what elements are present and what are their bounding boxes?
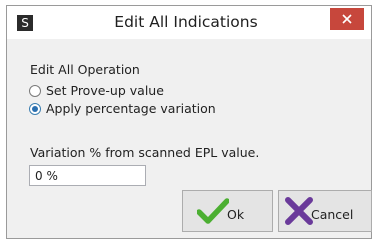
edit-all-operation-label: Edit All Operation	[30, 62, 140, 77]
edit-all-indications-dialog: S Edit All Indications Edit All Operatio…	[6, 5, 372, 239]
cancel-label: Cancel	[311, 206, 354, 222]
app-icon: S	[17, 15, 33, 31]
close-icon	[342, 14, 352, 24]
variation-label: Variation % from scanned EPL value.	[30, 145, 260, 160]
close-button[interactable]	[330, 8, 364, 30]
variation-percent-input[interactable]	[29, 165, 146, 186]
radio-button-selected[interactable]	[29, 102, 41, 115]
ok-button[interactable]: Ok	[182, 190, 273, 232]
checkmark-icon	[197, 198, 229, 224]
dialog-content: Edit All Operation Set Prove-up value Ap…	[7, 39, 372, 238]
radio-label: Set Prove-up value	[46, 83, 164, 98]
radio-button-unselected[interactable]	[29, 84, 41, 97]
window-title: Edit All Indications	[114, 13, 258, 31]
ok-label: Ok	[227, 206, 245, 222]
radio-apply-percentage[interactable]: Apply percentage variation	[29, 101, 216, 116]
cancel-button[interactable]: Cancel	[278, 190, 372, 232]
radio-set-prove-up[interactable]: Set Prove-up value	[29, 83, 164, 98]
radio-label: Apply percentage variation	[46, 101, 216, 116]
cancel-x-icon	[285, 197, 313, 225]
title-bar: S Edit All Indications	[7, 6, 371, 39]
